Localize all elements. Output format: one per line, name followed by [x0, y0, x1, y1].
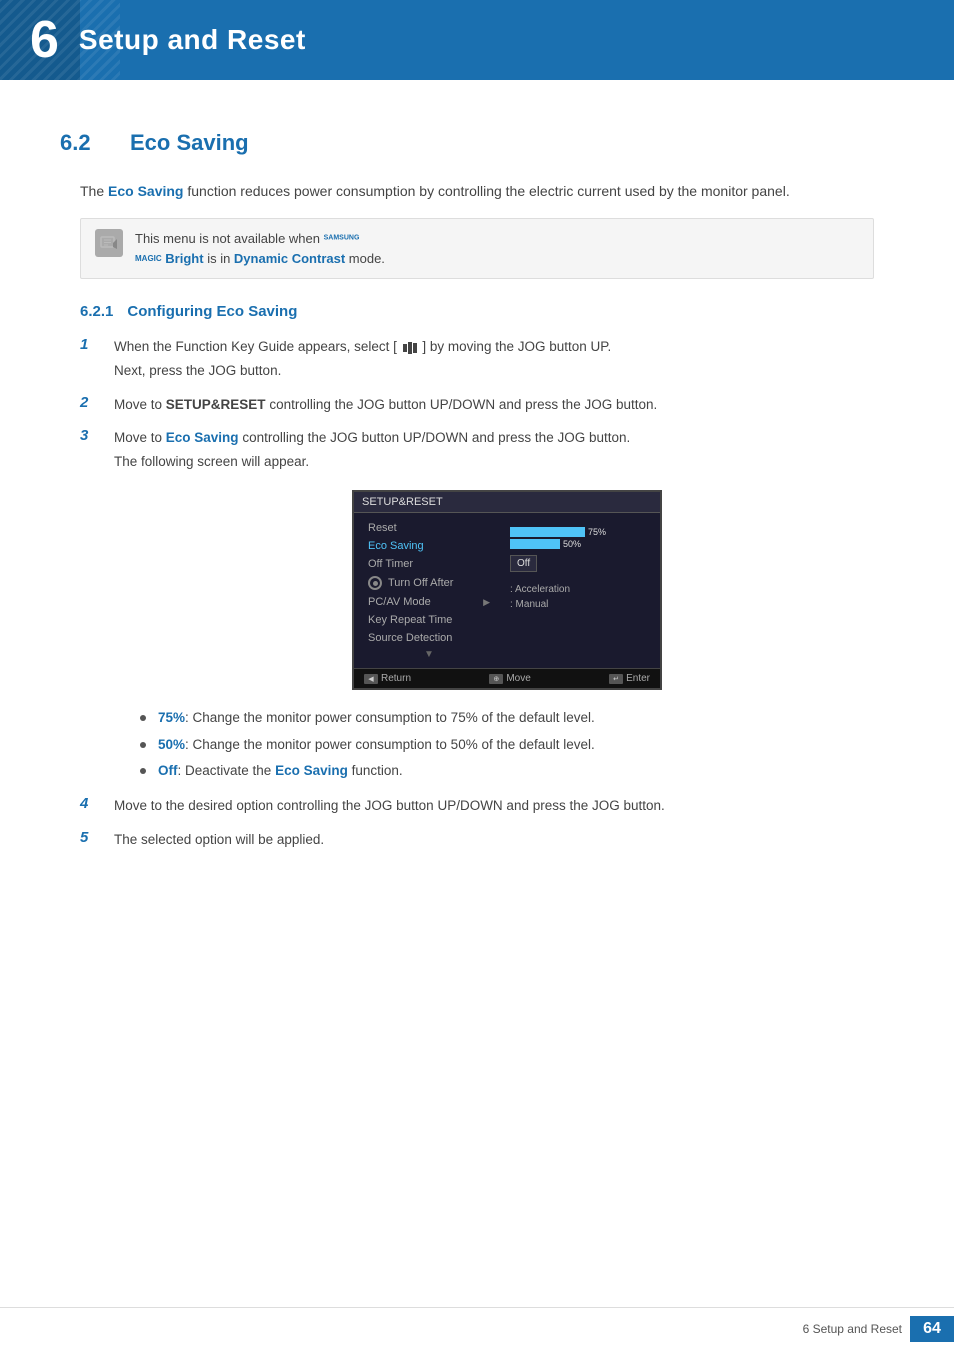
bullet-50-text: 50%: Change the monitor power consumptio…: [158, 735, 595, 755]
footer-chapter-text: 6 Setup and Reset: [803, 1322, 902, 1336]
bullet-75: 75%: Change the monitor power consumptio…: [140, 708, 894, 728]
setup-reset-term: SETUP&RESET: [166, 397, 266, 412]
eco-saving-term: Eco Saving: [108, 183, 183, 199]
menu-key-repeat: Key Repeat Time: [354, 611, 504, 629]
subsection-number: 6.2.1: [80, 303, 113, 320]
bullet-off: Off: Deactivate the Eco Saving function.: [140, 761, 894, 781]
screen-body: Reset Eco Saving Off Timer Turn Off Afte…: [354, 513, 660, 668]
chapter-number: 6: [30, 14, 59, 66]
section-title: Eco Saving: [130, 130, 249, 156]
step-2-text: Move to SETUP&RESET controlling the JOG …: [114, 394, 894, 416]
return-icon: ◀: [364, 674, 378, 684]
screen-right-panel: 75% 50% Off : Acceleration : Manual: [504, 517, 660, 664]
footer-enter: ↵ Enter: [609, 673, 650, 684]
footer-move: ⊕ Move: [489, 673, 530, 684]
step-5: 5 The selected option will be applied.: [80, 829, 894, 851]
screen-title: SETUP&RESET: [354, 492, 660, 513]
step-1-subtext: Next, press the JOG button.: [114, 360, 894, 382]
gear-icon: [368, 576, 382, 590]
move-icon: ⊕: [489, 674, 503, 684]
function-key-icon: [403, 342, 417, 354]
eco-saving-step3: Eco Saving: [166, 430, 239, 445]
step-5-number: 5: [80, 829, 104, 846]
step-2: 2 Move to SETUP&RESET controlling the JO…: [80, 394, 894, 416]
step-5-text: The selected option will be applied.: [114, 829, 894, 851]
step-1-number: 1: [80, 336, 104, 353]
off-label: Off: [510, 555, 537, 572]
step-3: 3 Move to Eco Saving controlling the JOG…: [80, 427, 894, 472]
monitor-screen: SETUP&RESET Reset Eco Saving Off Timer T…: [352, 490, 662, 690]
bar-50-label: 50%: [563, 539, 581, 549]
page-footer: 6 Setup and Reset 64: [0, 1307, 954, 1350]
menu-pcav-mode: PC/AV Mode ▶: [354, 593, 504, 611]
step-1-text: When the Function Key Guide appears, sel…: [114, 336, 894, 381]
step-4-text: Move to the desired option controlling t…: [114, 795, 894, 817]
bar-75-label: 75%: [588, 527, 606, 537]
step-3-text: Move to Eco Saving controlling the JOG b…: [114, 427, 894, 472]
pct-75-label: 75%: [158, 710, 185, 725]
bullet-50: 50%: Change the monitor power consumptio…: [140, 735, 894, 755]
bar-container: 75% 50%: [510, 527, 654, 549]
chapter-header: 6 Setup and Reset: [0, 0, 954, 80]
menu-source-detect: Source Detection: [354, 629, 504, 647]
return-label: Return: [381, 673, 411, 684]
submenu-acceleration: : Acceleration: [510, 582, 570, 597]
bar-50-fill: [510, 539, 560, 549]
subsection-heading: 6.2.1 Configuring Eco Saving: [60, 303, 894, 320]
menu-reset: Reset: [354, 519, 504, 537]
bullet-dot-2: [140, 742, 146, 748]
submenu-manual: : Manual: [510, 597, 570, 612]
subsection-title: Configuring Eco Saving: [127, 303, 297, 320]
bar-75-fill: [510, 527, 585, 537]
bar-50: 50%: [510, 539, 654, 549]
steps-list: 1 When the Function Key Guide appears, s…: [60, 336, 894, 850]
chapter-title: Setup and Reset: [79, 24, 306, 56]
bullet-off-text: Off: Deactivate the Eco Saving function.: [158, 761, 403, 781]
step-4: 4 Move to the desired option controlling…: [80, 795, 894, 817]
bullet-75-text: 75%: Change the monitor power consumptio…: [158, 708, 595, 728]
menu-off-timer: Off Timer: [354, 555, 504, 573]
footer-page-number: 64: [910, 1316, 954, 1342]
step-3-subtext: The following screen will appear.: [114, 451, 894, 473]
note-icon: [95, 229, 123, 257]
section-heading: 6.2 Eco Saving: [60, 130, 894, 156]
step-4-number: 4: [80, 795, 104, 812]
note-box: This menu is not available when SAMSUNGM…: [80, 218, 874, 279]
screen-footer: ◀ Return ⊕ Move ↵ Enter: [354, 668, 660, 688]
enter-label: Enter: [626, 673, 650, 684]
bullet-dot-3: [140, 768, 146, 774]
bullet-list: 75%: Change the monitor power consumptio…: [80, 708, 894, 781]
move-label: Move: [506, 673, 530, 684]
step-1: 1 When the Function Key Guide appears, s…: [80, 336, 894, 381]
bar-75: 75%: [510, 527, 654, 537]
screen-submenu: : Acceleration : Manual: [510, 582, 570, 612]
step-3-number: 3: [80, 427, 104, 444]
enter-icon: ↵: [609, 674, 623, 684]
main-content: 6.2 Eco Saving The Eco Saving function r…: [0, 80, 954, 902]
screen-scroll-down: ▼: [354, 647, 504, 662]
pct-50-label: 50%: [158, 737, 185, 752]
note-text: This menu is not available when SAMSUNGM…: [135, 229, 385, 268]
dynamic-contrast-term: Dynamic Contrast: [234, 251, 345, 266]
bright-term: Bright: [165, 251, 203, 266]
screen-simulation: SETUP&RESET Reset Eco Saving Off Timer T…: [120, 490, 894, 690]
intro-paragraph: The Eco Saving function reduces power co…: [60, 180, 894, 202]
step-2-number: 2: [80, 394, 104, 411]
footer-return: ◀ Return: [364, 673, 411, 684]
eco-saving-bullet: Eco Saving: [275, 763, 348, 778]
menu-turn-off-after: Turn Off After: [388, 577, 453, 589]
menu-eco-saving: Eco Saving: [354, 537, 504, 555]
off-label-bullet: Off: [158, 763, 178, 778]
screen-menu: Reset Eco Saving Off Timer Turn Off Afte…: [354, 517, 504, 664]
section-number: 6.2: [60, 130, 110, 156]
bullet-dot-1: [140, 715, 146, 721]
